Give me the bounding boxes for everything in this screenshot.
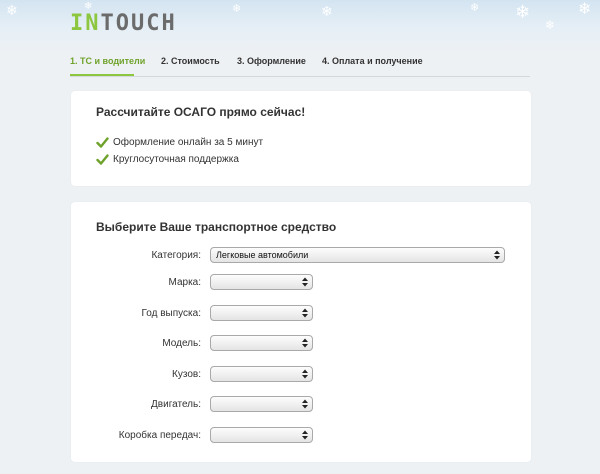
body-label: Кузов: (172, 369, 201, 380)
logo-rest: TOUCH (100, 11, 177, 36)
select-arrows-icon (302, 430, 308, 440)
step-cost[interactable]: 2. Стоимость (161, 56, 220, 66)
model-select[interactable] (210, 335, 313, 351)
year-select[interactable] (210, 305, 313, 321)
form-row-make: Марка: (71, 274, 531, 292)
checkmark-icon (96, 154, 109, 165)
form-row-transmission: Коробка передач: (71, 427, 531, 445)
feature-online-text: Оформление онлайн за 5 минут (113, 137, 264, 148)
step-payment-delivery[interactable]: 4. Оплата и получение (322, 56, 423, 66)
active-step-indicator (70, 74, 134, 76)
body-select[interactable] (210, 366, 313, 382)
select-arrows-icon (302, 277, 308, 287)
checkmark-icon (96, 137, 109, 148)
model-label: Модель: (162, 338, 201, 349)
form-row-year: Год выпуска: (71, 305, 531, 323)
select-arrows-icon (302, 399, 308, 409)
make-select[interactable] (210, 274, 313, 290)
transmission-label: Коробка передач: (118, 430, 201, 441)
year-label: Год выпуска: (141, 308, 201, 319)
category-label: Категория: (151, 250, 201, 261)
snowflake-icon: ❄ (232, 2, 242, 15)
vehicle-form-title: Выберите Ваше транспортное средство (96, 220, 337, 234)
engine-label: Двигатель: (151, 399, 201, 410)
step-vehicles-drivers[interactable]: 1. ТС и водители (70, 56, 145, 66)
select-arrows-icon (302, 308, 308, 318)
category-select-value: Легковые автомобили (216, 250, 309, 260)
intouch-logo[interactable]: INTOUCH (70, 11, 177, 36)
snowflake-icon: ❄ (321, 4, 333, 20)
form-row-model: Модель: (71, 335, 531, 353)
form-row-category: Категория: Легковые автомобили (71, 247, 531, 265)
select-arrows-icon (302, 369, 308, 379)
snowflake-icon: ❄ (545, 18, 556, 32)
snowflake-icon: ❄ (470, 1, 480, 14)
category-select[interactable]: Легковые автомобили (210, 247, 505, 263)
snowflake-icon: ❄ (6, 3, 18, 19)
snowflake-icon: ❄ (515, 2, 531, 23)
engine-select[interactable] (210, 396, 313, 412)
vehicle-form-card: Выберите Ваше транспортное средство Кате… (71, 202, 531, 462)
form-row-body: Кузов: (71, 366, 531, 384)
feature-support-text: Круглосуточная поддержка (113, 154, 239, 165)
select-arrows-icon (494, 250, 500, 260)
transmission-select[interactable] (210, 427, 313, 443)
intro-title: Рассчитайте ОСАГО прямо сейчас! (96, 105, 306, 119)
snowflake-icon: ❄ (578, 0, 592, 18)
logo-prefix: IN (70, 11, 101, 36)
step-registration[interactable]: 3. Оформление (237, 56, 306, 66)
intro-card: Рассчитайте ОСАГО прямо сейчас! Оформлен… (71, 91, 531, 186)
select-arrows-icon (302, 338, 308, 348)
make-label: Марка: (168, 277, 202, 288)
form-row-engine: Двигатель: (71, 396, 531, 414)
progress-steps: 1. ТС и водители 2. Стоимость 3. Оформле… (70, 52, 530, 77)
